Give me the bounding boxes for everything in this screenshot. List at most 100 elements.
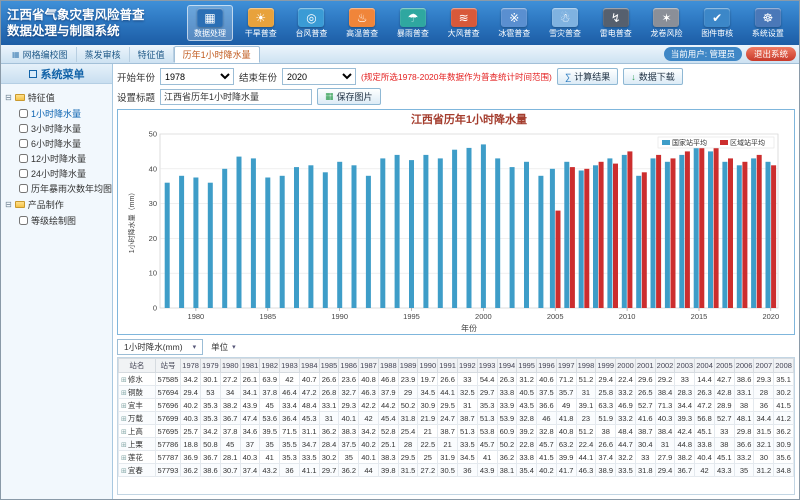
station-name-cell[interactable]: ⊞莲花 <box>119 451 156 464</box>
tree-item[interactable]: 6小时降水量 <box>3 136 110 151</box>
table-header-cell[interactable]: 1992 <box>457 359 477 373</box>
table-header-cell[interactable]: 1995 <box>517 359 537 373</box>
table-row[interactable]: ⊞上高5769525.734.237.834.639.571.531.136.2… <box>119 425 794 438</box>
station-name-cell[interactable]: ⊞铜鼓 <box>119 386 156 399</box>
collapse-icon[interactable]: ⊟ <box>5 200 12 209</box>
toolbar-button-3[interactable]: ◎台风普查 <box>288 5 334 41</box>
tree-item-checkbox[interactable] <box>19 216 28 225</box>
station-name-cell[interactable]: ⊞宜丰 <box>119 399 156 412</box>
toolbar-button-5[interactable]: ☂暴雨普查 <box>390 5 436 41</box>
tree-folder-2[interactable]: ⊟产品制作 <box>3 196 110 213</box>
tab-3[interactable]: 特征值 <box>130 47 174 62</box>
table-header-cell[interactable]: 1980 <box>220 359 240 373</box>
table-header-cell[interactable]: 2008 <box>774 359 794 373</box>
toolbar-button-10[interactable]: ✶龙卷风险 <box>643 5 689 41</box>
toolbar-button-7[interactable]: ※冰雹普查 <box>491 5 537 41</box>
toolbar-button-2[interactable]: ☀干旱普查 <box>238 5 284 41</box>
expand-icon[interactable]: ⊞ <box>121 429 127 436</box>
tree-item-checkbox[interactable] <box>19 154 28 163</box>
end-year-select[interactable]: 2020 <box>282 68 356 85</box>
toolbar-button-6[interactable]: ≋大风普查 <box>441 5 487 41</box>
table-header-cell[interactable]: 1990 <box>418 359 438 373</box>
toolbar-button-9[interactable]: ↯雷电普查 <box>593 5 639 41</box>
toolbar-button-11[interactable]: ✔图件审核 <box>694 5 740 41</box>
table-header-cell[interactable]: 1982 <box>260 359 280 373</box>
table-header-cell[interactable]: 2002 <box>655 359 675 373</box>
table-header-cell[interactable]: 1983 <box>280 359 300 373</box>
table-row[interactable]: ⊞修水5758534.230.127.226.163.94240.726.623… <box>119 373 794 386</box>
table-header-cell[interactable]: 2001 <box>635 359 655 373</box>
tree-item[interactable]: 24小时降水量 <box>3 166 110 181</box>
toolbar-button-4[interactable]: ♨高温普查 <box>339 5 385 41</box>
unit-dropdown[interactable]: 单位 <box>211 341 236 353</box>
table-header-cell[interactable]: 2007 <box>754 359 774 373</box>
table-row[interactable]: ⊞宜丰5769640.235.338.243.94533.448.433.129… <box>119 399 794 412</box>
table-header-cell[interactable]: 站号 <box>155 359 181 373</box>
table-header-cell[interactable]: 2006 <box>734 359 754 373</box>
expand-icon[interactable]: ⊞ <box>121 442 127 449</box>
table-row[interactable]: ⊞铜鼓5769429.4533434.137.846.447.226.832.7… <box>119 386 794 399</box>
tree-item-checkbox[interactable] <box>19 124 28 133</box>
tree-item[interactable]: 1小时降水量 <box>3 106 110 121</box>
element-filter-dropdown[interactable]: 1小时降水(mm) <box>117 339 203 355</box>
logout-button[interactable]: 退出系统 <box>746 47 796 61</box>
table-header-cell[interactable]: 2000 <box>616 359 636 373</box>
table-header-cell[interactable]: 1989 <box>398 359 418 373</box>
tree-item[interactable]: 历年暴雨次数年均图 <box>3 181 110 196</box>
table-header-cell[interactable]: 1978 <box>181 359 201 373</box>
table-header-cell[interactable]: 1993 <box>477 359 497 373</box>
download-button[interactable]: ↓数据下载 <box>623 68 683 85</box>
table-header-cell[interactable]: 2004 <box>695 359 715 373</box>
tab-1[interactable]: ▦网格编校图 <box>4 47 77 62</box>
tree-item-checkbox[interactable] <box>19 109 28 118</box>
table-row[interactable]: ⊞万载5769940.335.336.747.453.636.445.33140… <box>119 412 794 425</box>
expand-icon[interactable]: ⊞ <box>121 468 127 475</box>
toolbar-button-1[interactable]: ▦数据处理 <box>187 5 233 41</box>
tree-item-checkbox[interactable] <box>19 169 28 178</box>
table-row[interactable]: ⊞莲花5778736.936.728.140.34135.333.530.235… <box>119 451 794 464</box>
table-header-cell[interactable]: 1981 <box>240 359 260 373</box>
toolbar-button-12[interactable]: ☸系统设置 <box>745 5 791 41</box>
tree-item[interactable]: 12小时降水量 <box>3 151 110 166</box>
tree-item[interactable]: 等级绘制图 <box>3 213 110 228</box>
expand-icon[interactable]: ⊞ <box>121 455 127 462</box>
table-header-cell[interactable]: 1986 <box>339 359 359 373</box>
expand-icon[interactable]: ⊞ <box>121 390 127 397</box>
expand-icon[interactable]: ⊞ <box>121 377 127 384</box>
calculate-button[interactable]: ∑计算结果 <box>557 68 618 85</box>
table-header-cell[interactable]: 1987 <box>359 359 379 373</box>
table-row[interactable]: ⊞上栗5778618.850.845373535.534.728.437.540… <box>119 438 794 451</box>
collapse-icon[interactable]: ⊟ <box>5 93 12 102</box>
table-header-cell[interactable]: 1998 <box>576 359 596 373</box>
tree-folder-1[interactable]: ⊟特征值 <box>3 89 110 106</box>
tab-4[interactable]: 历年1小时降水量 <box>174 46 260 63</box>
chart-title-input[interactable] <box>160 89 312 105</box>
save-image-button[interactable]: ▦保存图片 <box>317 88 381 105</box>
table-header-cell[interactable]: 1994 <box>497 359 517 373</box>
table-header-cell[interactable]: 1984 <box>299 359 319 373</box>
table-header-cell[interactable]: 1997 <box>556 359 576 373</box>
station-name-cell[interactable]: ⊞上栗 <box>119 438 156 451</box>
table-header-cell[interactable]: 2005 <box>714 359 734 373</box>
start-year-select[interactable]: 1978 <box>160 68 234 85</box>
table-header-cell[interactable]: 1988 <box>378 359 398 373</box>
station-name-cell[interactable]: ⊞宜春 <box>119 464 156 477</box>
tree-item-checkbox[interactable] <box>19 139 28 148</box>
table-header-cell[interactable]: 站名 <box>119 359 156 373</box>
station-name-cell[interactable]: ⊞上高 <box>119 425 156 438</box>
tree-item[interactable]: 3小时降水量 <box>3 121 110 136</box>
table-header-cell[interactable]: 1996 <box>537 359 557 373</box>
toolbar-button-8[interactable]: ☃雪灾普查 <box>542 5 588 41</box>
expand-icon[interactable]: ⊞ <box>121 403 127 410</box>
table-header-cell[interactable]: 1999 <box>596 359 616 373</box>
station-data-table-wrap[interactable]: 站名站号197819791980198119821983198419851986… <box>117 357 795 495</box>
station-name-cell[interactable]: ⊞万载 <box>119 412 156 425</box>
tree-item-checkbox[interactable] <box>19 184 28 193</box>
expand-icon[interactable]: ⊞ <box>121 416 127 423</box>
table-header-cell[interactable]: 2003 <box>675 359 695 373</box>
table-header-cell[interactable]: 1985 <box>319 359 339 373</box>
table-header-cell[interactable]: 1979 <box>201 359 221 373</box>
tab-2[interactable]: 蒸发审核 <box>77 47 130 62</box>
table-header-cell[interactable]: 1991 <box>438 359 458 373</box>
table-row[interactable]: ⊞宜春5779336.238.630.737.443.23641.129.736… <box>119 464 794 477</box>
